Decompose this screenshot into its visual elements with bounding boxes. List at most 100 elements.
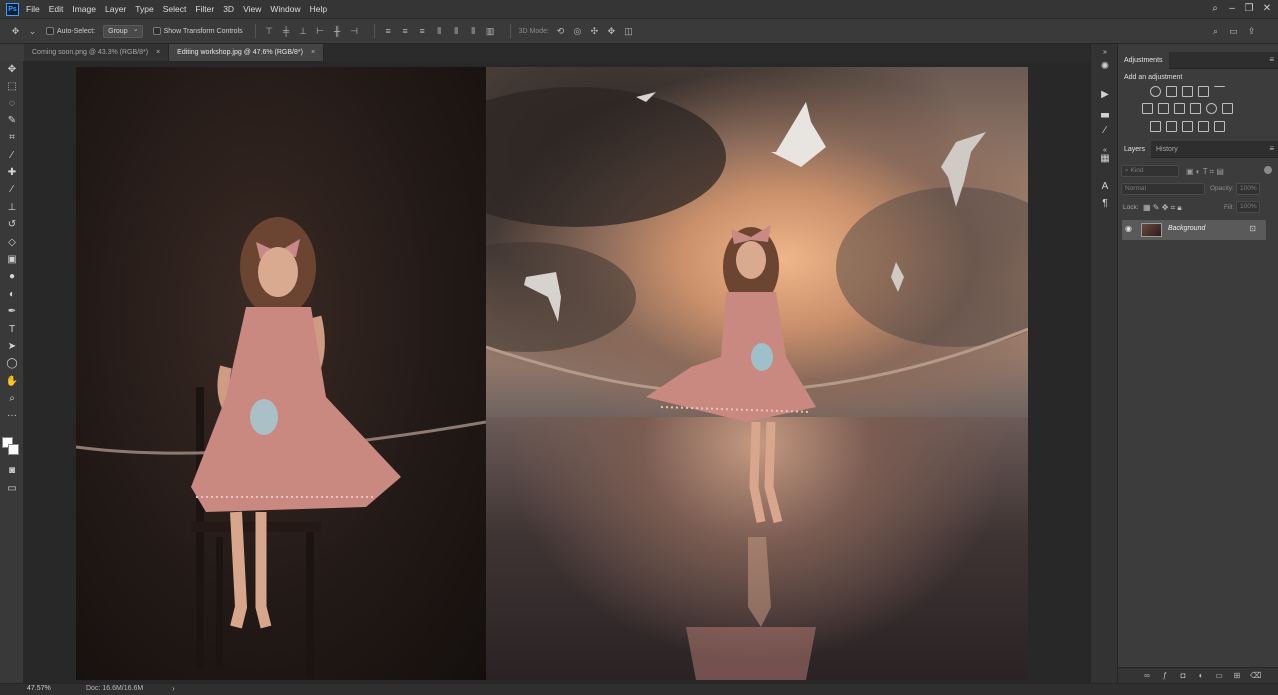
menu-view[interactable]: View <box>243 4 261 14</box>
pen-icon[interactable]: ✒ <box>4 305 20 319</box>
collapse-icon[interactable]: » <box>1098 46 1112 60</box>
vibrance-icon[interactable] <box>1214 86 1225 97</box>
histogram-icon[interactable]: ▃ <box>1098 106 1112 120</box>
close-icon[interactable]: × <box>156 49 160 56</box>
chevron-down-icon[interactable]: ⌄ <box>27 26 38 37</box>
shape-icon[interactable]: ◯ <box>4 357 20 371</box>
navigator-icon[interactable]: ✺ <box>1098 60 1112 74</box>
delete-layer-icon[interactable]: ⌫ <box>1250 671 1261 681</box>
type-icon[interactable]: T <box>4 323 20 337</box>
eraser-icon[interactable]: ◇ <box>4 236 20 250</box>
marquee-icon[interactable]: ⬚ <box>4 80 20 94</box>
distribute-top-icon[interactable]: ≡ <box>383 26 394 37</box>
gradient-icon[interactable]: ▣ <box>4 253 20 267</box>
tab-coming-soon[interactable]: Coming soon.png @ 43.3% (RGB/8*) × <box>24 44 170 61</box>
menu-edit[interactable]: Edit <box>49 4 64 14</box>
search-icon[interactable]: ⌕ <box>1210 26 1221 37</box>
threshold-icon[interactable] <box>1182 121 1193 132</box>
lasso-icon[interactable]: ◌ <box>4 97 20 111</box>
panel-menu-icon[interactable]: ≡ <box>1269 55 1274 64</box>
align-left-icon[interactable]: ⊢ <box>315 26 326 37</box>
eyedropper-icon[interactable]: ⁄ <box>4 149 20 163</box>
close-icon[interactable]: × <box>311 49 315 56</box>
brush-icon[interactable]: ∕ <box>4 183 20 197</box>
align-hcenter-icon[interactable]: ╫ <box>332 26 343 37</box>
3d-scale-icon[interactable]: ◫ <box>623 26 634 37</box>
menu-3d[interactable]: 3D <box>223 4 234 14</box>
align-top-icon[interactable]: ⊤ <box>264 26 275 37</box>
zoom-level[interactable]: 47.57% <box>27 685 51 692</box>
layer-filter-icons[interactable]: ▣ ◐ T ⌗ ▤ <box>1186 167 1224 177</box>
menu-window[interactable]: Window <box>270 4 300 14</box>
opacity-field[interactable]: 100% <box>1236 183 1260 195</box>
show-transform-checkbox[interactable] <box>152 27 161 35</box>
eye-icon[interactable]: ◉ <box>1125 224 1132 233</box>
layer-style-icon[interactable]: ƒ <box>1160 671 1170 681</box>
actions-play-icon[interactable]: ▶ <box>1098 88 1112 102</box>
align-right-icon[interactable]: ⊣ <box>349 26 360 37</box>
paragraph-icon[interactable]: ¶ <box>1098 197 1112 211</box>
screen-mode-icon[interactable]: ▭ <box>4 482 20 496</box>
document-canvas[interactable] <box>75 67 1028 680</box>
exposure-icon[interactable] <box>1198 86 1209 97</box>
tab-layers[interactable]: Layers <box>1118 141 1152 158</box>
new-layer-icon[interactable]: ⊞ <box>1232 671 1242 681</box>
gradient-map-icon[interactable] <box>1214 121 1225 132</box>
history-brush-icon[interactable]: ↺ <box>4 218 20 232</box>
new-group-icon[interactable]: ▭ <box>1214 671 1224 681</box>
levels-icon[interactable] <box>1166 86 1177 97</box>
add-mask-icon[interactable]: ◘ <box>1178 671 1188 681</box>
3d-pan-icon[interactable]: ✣ <box>589 26 600 37</box>
background-color-swatch[interactable] <box>8 444 19 455</box>
new-adjustment-icon[interactable]: ◐ <box>1196 671 1206 681</box>
panel-menu-icon[interactable]: ≡ <box>1269 144 1274 153</box>
menu-image[interactable]: Image <box>72 4 96 14</box>
tab-adjustments[interactable]: Adjustments <box>1118 52 1169 69</box>
menu-select[interactable]: Select <box>163 4 187 14</box>
minimize-icon[interactable]: – <box>1224 2 1240 16</box>
invert-icon[interactable] <box>1150 121 1161 132</box>
color-balance-icon[interactable] <box>1158 103 1169 114</box>
lock-options-icons[interactable]: ▦ ✎ ✥ ⌗ 🔒︎ <box>1143 203 1182 213</box>
fill-field[interactable]: 100% <box>1236 201 1260 213</box>
character-icon[interactable]: A <box>1098 180 1112 194</box>
filter-toggle-icon[interactable] <box>1264 166 1272 174</box>
quick-mask-icon[interactable]: ◙ <box>4 464 20 478</box>
zoom-icon[interactable]: ⌕ <box>4 392 20 406</box>
path-select-icon[interactable]: ➤ <box>4 340 20 354</box>
menu-file[interactable]: File <box>26 4 40 14</box>
tab-editing-workshop[interactable]: Editing workshop.jpg @ 47.6% (RGB/8*) × <box>169 44 325 61</box>
link-layers-icon[interactable]: ∞ <box>1142 671 1152 681</box>
auto-select-checkbox[interactable] <box>46 27 54 35</box>
3d-rotate-icon[interactable]: ⟲ <box>555 26 566 37</box>
channel-mixer-icon[interactable] <box>1206 103 1217 114</box>
3d-roll-icon[interactable]: ◎ <box>572 26 583 37</box>
blur-icon[interactable]: ● <box>4 270 20 284</box>
black-white-icon[interactable] <box>1174 103 1185 114</box>
hand-icon[interactable]: ✋ <box>4 375 20 389</box>
distribute-right-icon[interactable]: ⫴ <box>468 26 479 37</box>
stamp-icon[interactable]: ⊥ <box>4 201 20 215</box>
menu-type[interactable]: Type <box>135 4 153 14</box>
layer-row-background[interactable]: ◉ Background ⊡ <box>1122 220 1266 240</box>
close-icon[interactable]: ✕ <box>1259 2 1275 16</box>
workspace-icon[interactable]: ▭ <box>1228 26 1239 37</box>
quick-select-icon[interactable]: ✎ <box>4 114 20 128</box>
move-tool-preset-icon[interactable]: ✥ <box>10 26 21 37</box>
distribute-hcenter-icon[interactable]: ⫴ <box>451 26 462 37</box>
crop-icon[interactable]: ⌗ <box>4 131 20 145</box>
canvas-area[interactable] <box>24 61 1090 683</box>
layer-filter-kind[interactable]: ⌕ Kind <box>1121 165 1179 177</box>
distribute-bottom-icon[interactable]: ≡ <box>417 26 428 37</box>
healing-icon[interactable]: ✚ <box>4 166 20 180</box>
search-icon[interactable]: ⌕ <box>1207 2 1223 16</box>
dodge-icon[interactable]: ◐ <box>4 288 20 302</box>
color-lookup-icon[interactable] <box>1222 103 1233 114</box>
auto-select-dropdown[interactable]: Group <box>103 24 143 38</box>
libraries-icon[interactable]: ▦ <box>1098 152 1112 166</box>
selective-color-icon[interactable] <box>1198 121 1209 132</box>
more-tools-icon[interactable]: ··· <box>4 409 20 423</box>
tab-history[interactable]: History <box>1150 141 1184 158</box>
distribute-vcenter-icon[interactable]: ≡ <box>400 26 411 37</box>
share-icon[interactable]: ⇪ <box>1246 26 1257 37</box>
